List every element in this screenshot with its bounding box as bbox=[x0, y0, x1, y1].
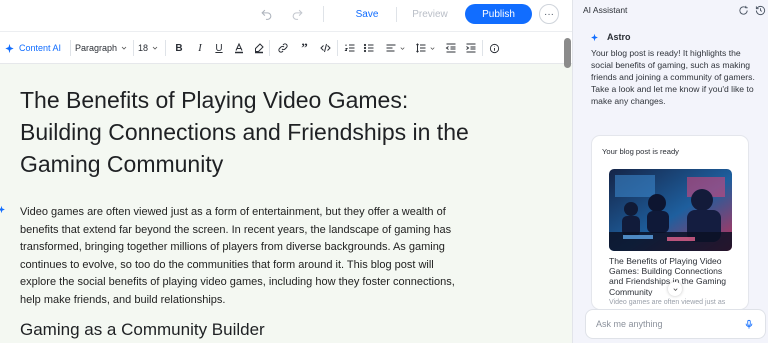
line-spacing-select[interactable] bbox=[413, 40, 437, 56]
underline-icon[interactable]: U bbox=[213, 40, 225, 56]
ai-assistant-panel: AI Assistant Astro Your blog post is rea… bbox=[572, 0, 768, 343]
astro-sparkle-icon bbox=[591, 33, 598, 42]
redo-icon[interactable] bbox=[289, 6, 305, 22]
sparkle-icon[interactable] bbox=[0, 205, 6, 214]
preview-button[interactable]: Preview bbox=[406, 5, 454, 23]
chevron-down-icon bbox=[429, 46, 435, 50]
sparkle-icon bbox=[5, 43, 14, 53]
chevron-down-icon bbox=[152, 46, 158, 50]
content-ai-button[interactable]: Content AI bbox=[4, 40, 68, 56]
divider bbox=[165, 40, 166, 56]
divider bbox=[482, 40, 483, 56]
italic-icon[interactable]: I bbox=[194, 40, 206, 56]
assistant-name: Astro bbox=[607, 32, 631, 42]
font-size-select[interactable]: 18 bbox=[138, 40, 162, 56]
decrease-indent-icon[interactable] bbox=[444, 40, 457, 56]
microphone-icon[interactable] bbox=[744, 319, 754, 330]
info-icon[interactable] bbox=[488, 40, 501, 56]
divider bbox=[70, 40, 71, 56]
ask-input[interactable]: Ask me anything bbox=[585, 309, 766, 339]
code-icon[interactable] bbox=[318, 40, 332, 56]
post-subheading[interactable]: Gaming as a Community Builder bbox=[20, 320, 265, 340]
card-label: Your blog post is ready bbox=[602, 147, 679, 156]
post-title[interactable]: The Benefits of Playing Video Games: Bui… bbox=[20, 84, 490, 180]
content-ai-label: Content AI bbox=[19, 43, 62, 53]
font-size-value: 18 bbox=[138, 43, 149, 53]
more-actions-button[interactable]: ··· bbox=[539, 4, 559, 24]
link-icon[interactable] bbox=[276, 40, 289, 56]
bold-icon[interactable]: B bbox=[173, 40, 185, 56]
publish-button[interactable]: Publish bbox=[465, 4, 532, 24]
history-icon[interactable] bbox=[753, 3, 767, 17]
editor-scrollbar[interactable] bbox=[564, 38, 571, 68]
expand-card-button[interactable] bbox=[668, 282, 682, 296]
bullet-list-icon[interactable] bbox=[362, 40, 375, 56]
gaming-image bbox=[609, 169, 732, 251]
text-color-icon[interactable] bbox=[232, 40, 245, 56]
panel-title: AI Assistant bbox=[583, 5, 628, 15]
refresh-icon[interactable] bbox=[736, 3, 750, 17]
divider bbox=[269, 40, 270, 56]
line-spacing-icon bbox=[415, 43, 425, 53]
paragraph-style-value: Paragraph bbox=[75, 43, 118, 53]
divider bbox=[337, 40, 338, 56]
post-paragraph[interactable]: Video games are often viewed just as a f… bbox=[20, 204, 470, 310]
divider bbox=[323, 6, 324, 22]
alignment-select[interactable] bbox=[383, 40, 407, 56]
save-button[interactable]: Save bbox=[344, 5, 390, 23]
formatting-toolbar: Content AI Paragraph 18 B I U ” bbox=[0, 31, 572, 64]
assistant-message: Your blog post is ready! It highlights t… bbox=[591, 48, 755, 106]
ask-input-placeholder: Ask me anything bbox=[596, 319, 663, 329]
editor-canvas[interactable]: The Benefits of Playing Video Games: Bui… bbox=[0, 64, 572, 343]
undo-icon[interactable] bbox=[258, 6, 274, 22]
numbered-list-icon[interactable] bbox=[343, 40, 356, 56]
paragraph-style-select[interactable]: Paragraph bbox=[75, 40, 133, 56]
divider bbox=[133, 40, 134, 56]
align-left-icon bbox=[386, 44, 395, 52]
chevron-down-icon bbox=[399, 46, 405, 50]
top-bar: Save Preview Publish ··· bbox=[0, 0, 572, 30]
chevron-down-icon bbox=[672, 287, 678, 291]
quote-icon[interactable]: ” bbox=[298, 40, 311, 56]
chevron-down-icon bbox=[121, 46, 127, 50]
increase-indent-icon[interactable] bbox=[464, 40, 477, 56]
blog-post-card[interactable]: Your blog post is ready The Benefits of … bbox=[591, 135, 749, 310]
card-excerpt: Video games are often viewed just as bbox=[609, 299, 726, 306]
divider bbox=[396, 7, 397, 22]
highlight-icon[interactable] bbox=[252, 40, 265, 56]
